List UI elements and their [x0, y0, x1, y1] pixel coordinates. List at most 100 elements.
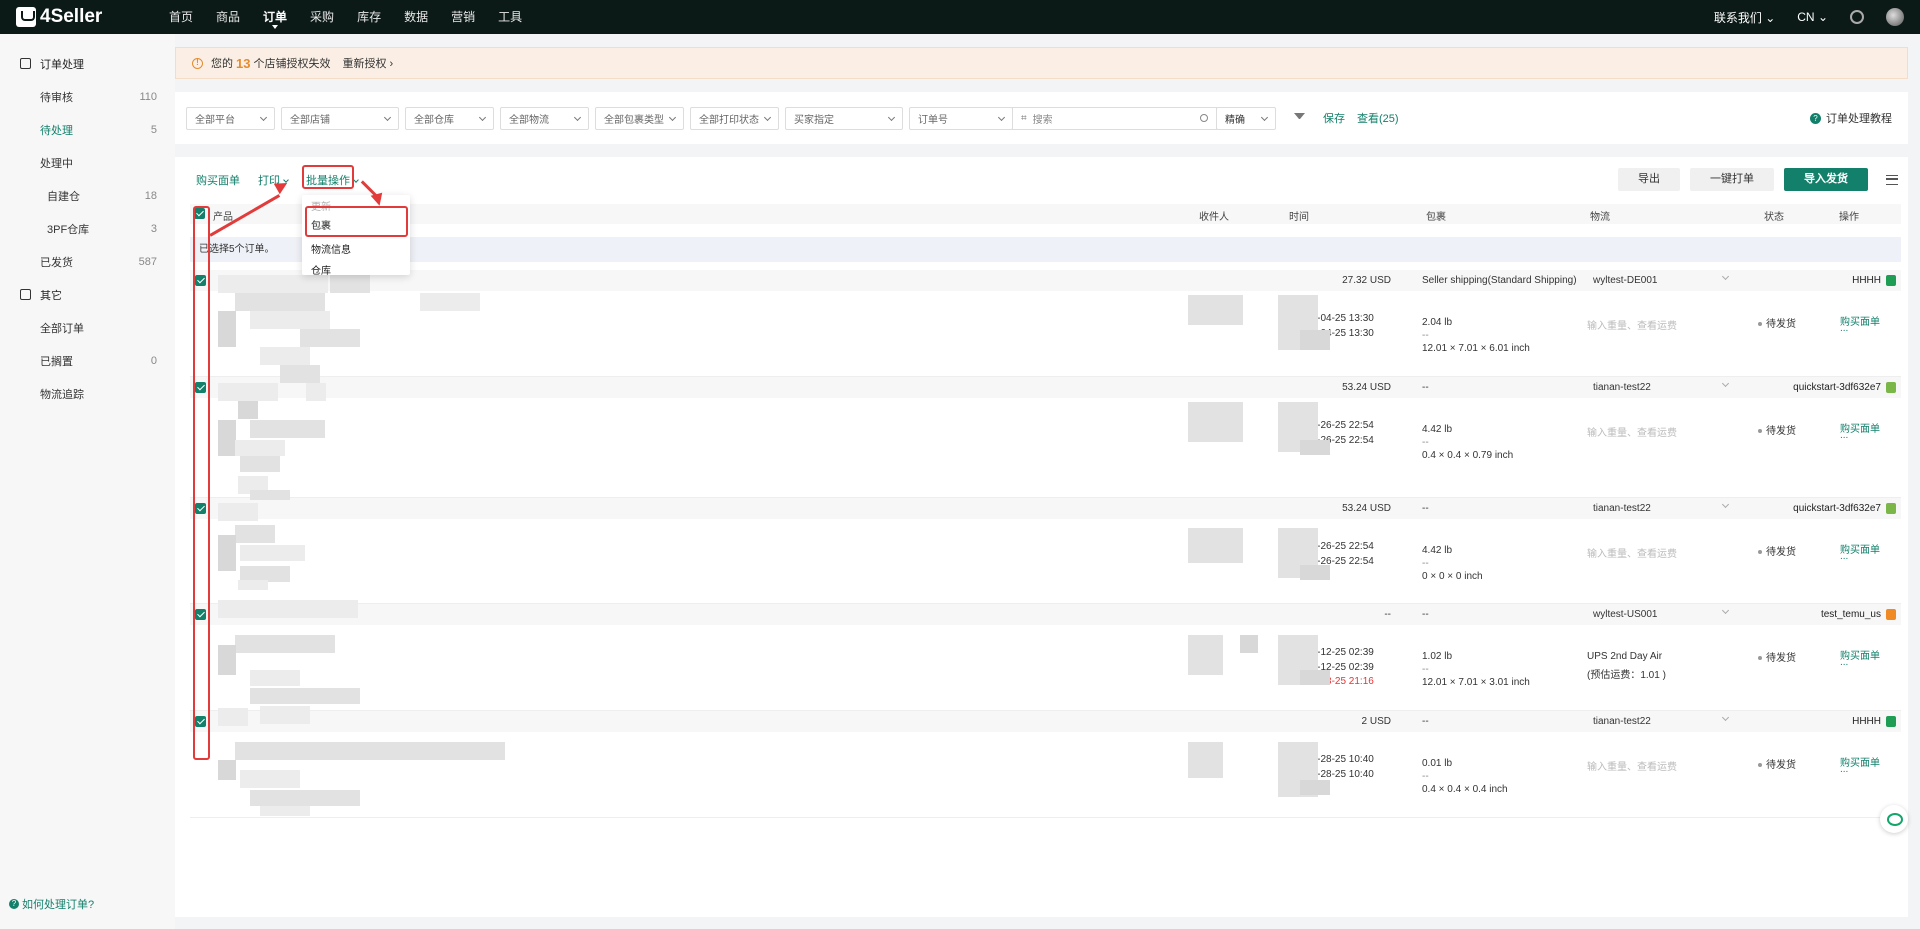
nav-home[interactable]: 首页 — [169, 0, 193, 34]
platform-badge-icon — [1886, 503, 1896, 514]
export-button[interactable]: 导出 — [1618, 168, 1680, 191]
order-row: 2 USD -- tianan-test22 HHHH 05-28-25 10:40 05… — [190, 711, 1901, 818]
sidebar-group-order-processing[interactable]: 订单处理 — [0, 47, 175, 80]
order-no-select[interactable]: 订单号 — [909, 106, 1013, 130]
save-filter-link[interactable]: 保存 — [1323, 110, 1345, 126]
column-settings-icon[interactable] — [1886, 174, 1898, 185]
shipping-account-select[interactable]: wyltest-US001 — [1593, 606, 1730, 620]
sidebar-item-count: 18 — [144, 189, 157, 202]
sidebar-item-to-process[interactable]: 待处理 5 — [0, 113, 175, 146]
nav-tools[interactable]: 工具 — [498, 0, 522, 34]
shipping-method: -- — [1422, 503, 1429, 514]
blurred-cell — [238, 580, 268, 590]
logistics-info[interactable]: 输入重量、查看运费 — [1587, 545, 1677, 560]
language-select[interactable]: CN ⌄ — [1797, 10, 1828, 24]
settings-icon[interactable] — [1850, 10, 1864, 24]
blurred-cell — [218, 420, 236, 456]
one-click-print-button[interactable]: 一键打单 — [1690, 168, 1774, 191]
search-input[interactable]: ⌗ 搜索 — [1012, 106, 1217, 130]
blurred-cell — [218, 600, 358, 618]
menu-item-logistics-info[interactable]: 物流信息 — [311, 241, 351, 256]
menu-item-warehouse[interactable]: 仓库 — [311, 262, 331, 277]
blurred-cell — [306, 383, 326, 401]
more-actions[interactable]: ... — [1840, 323, 1848, 334]
logistics-info[interactable]: 输入重量、查看运费 — [1587, 424, 1677, 439]
shipping-account-select[interactable]: tianan-test22 — [1593, 379, 1730, 393]
sidebar-item-count: 3 — [150, 222, 157, 235]
sidebar-item-pending-review[interactable]: 待审核 110 — [0, 80, 175, 113]
sidebar-item-own-warehouse[interactable]: 自建仓 18 — [0, 179, 175, 212]
nav-products[interactable]: 商品 — [216, 0, 240, 34]
sidebar-item-label: 已搁置 — [40, 355, 73, 368]
blurred-cell — [240, 545, 305, 561]
clipboard-icon — [20, 289, 31, 300]
blurred-cell — [420, 293, 480, 311]
shipping-account-select[interactable]: wyltest-DE001 — [1593, 272, 1730, 286]
shipping-account-select[interactable]: tianan-test22 — [1593, 713, 1730, 727]
sidebar-item-on-hold[interactable]: 已搁置 0 — [0, 344, 175, 377]
logistics-info[interactable]: 输入重量、查看运费 — [1587, 317, 1677, 332]
nav-purchase[interactable]: 采购 — [310, 0, 334, 34]
contact-us-menu[interactable]: 联系我们 ⌄ — [1714, 9, 1775, 26]
status-dot-icon — [1758, 550, 1762, 555]
status-badge: 待发货 — [1758, 756, 1796, 771]
filter-icon[interactable] — [1294, 112, 1305, 124]
search-icon[interactable] — [1200, 113, 1208, 122]
blurred-cell — [250, 790, 360, 806]
nav-data[interactable]: 数据 — [404, 0, 428, 34]
nav-inventory[interactable]: 库存 — [357, 0, 381, 34]
package-type-select[interactable]: 全部包裹类型 — [595, 106, 684, 130]
package-dimensions: 12.01 × 7.01 × 3.01 inch — [1422, 677, 1530, 688]
blurred-cell — [1240, 635, 1258, 653]
package-dimensions: 12.01 × 7.01 × 6.01 inch — [1422, 343, 1530, 354]
avatar[interactable] — [1886, 8, 1904, 26]
nav-marketing[interactable]: 营销 — [451, 0, 475, 34]
package-dimensions: 0 × 0 × 0 inch — [1422, 571, 1483, 582]
reauthorize-link[interactable]: 重新授权 › — [342, 55, 393, 71]
logistics-info[interactable]: 输入重量、查看运费 — [1587, 758, 1677, 773]
import-ship-button[interactable]: 导入发货 — [1784, 168, 1868, 191]
shop-select[interactable]: 全部店铺 — [281, 106, 399, 130]
sidebar-item-3pf-warehouse[interactable]: 3PF仓库 3 — [0, 212, 175, 245]
blurred-cell — [240, 456, 280, 472]
sidebar-item-all-orders[interactable]: 全部订单 — [0, 311, 175, 344]
view-saved-link[interactable]: 查看(25) — [1357, 110, 1399, 126]
platform-select[interactable]: 全部平台 — [186, 106, 275, 130]
blurred-cell — [1300, 670, 1330, 685]
buy-label-button[interactable]: 购买面单 — [196, 172, 240, 188]
print-status-select[interactable]: 全部打印状态 — [690, 106, 779, 130]
sidebar-group-other[interactable]: 其它 — [0, 278, 175, 311]
buyer-select[interactable]: 买家指定 — [785, 106, 903, 130]
alert-text: 个店铺授权失效 — [253, 58, 331, 70]
help-label: 如何处理订单? — [22, 899, 95, 911]
sidebar-item-processing[interactable]: 处理中 — [0, 146, 175, 179]
brand-name: 4Seller — [40, 6, 103, 27]
more-actions[interactable]: ... — [1840, 430, 1848, 441]
logistics-info[interactable]: UPS 2nd Day Air — [1587, 651, 1662, 662]
match-select[interactable]: 精确 — [1216, 106, 1276, 130]
sidebar-item-label: 待处理 — [40, 124, 73, 137]
sidebar-item-label: 全部订单 — [40, 322, 84, 335]
logistics-select[interactable]: 全部物流 — [500, 106, 589, 130]
brand-logo[interactable]: 4Seller — [16, 6, 136, 28]
sidebar-item-shipped[interactable]: 已发货 587 — [0, 245, 175, 278]
package-weight: 4.42 lb — [1422, 545, 1453, 556]
blurred-cell — [300, 329, 360, 347]
chat-support-icon[interactable] — [1880, 805, 1908, 833]
status-badge: 待发货 — [1758, 422, 1796, 437]
sidebar-item-count: 110 — [139, 90, 157, 103]
help-link[interactable]: ? 如何处理订单? — [9, 896, 94, 912]
tutorial-link[interactable]: ? 订单处理教程 — [1810, 110, 1892, 126]
sidebar-item-count: 587 — [138, 255, 157, 268]
blurred-cell — [1188, 528, 1243, 563]
more-actions[interactable]: ... — [1840, 551, 1848, 562]
nav-orders[interactable]: 订单 — [263, 0, 287, 34]
table-header: 产品 收件人 时间 包裹 物流 状态 操作 — [190, 204, 1901, 224]
more-actions[interactable]: ... — [1840, 764, 1848, 775]
shipping-account-select[interactable]: tianan-test22 — [1593, 500, 1730, 514]
more-actions[interactable]: ... — [1840, 657, 1848, 668]
order-row-header: 2 USD -- tianan-test22 HHHH — [190, 711, 1901, 732]
warehouse-select[interactable]: 全部仓库 — [405, 106, 494, 130]
auth-alert: ! 您的 13 个店铺授权失效 重新授权 › — [175, 47, 1908, 79]
sidebar-item-tracking[interactable]: 物流追踪 — [0, 377, 175, 410]
